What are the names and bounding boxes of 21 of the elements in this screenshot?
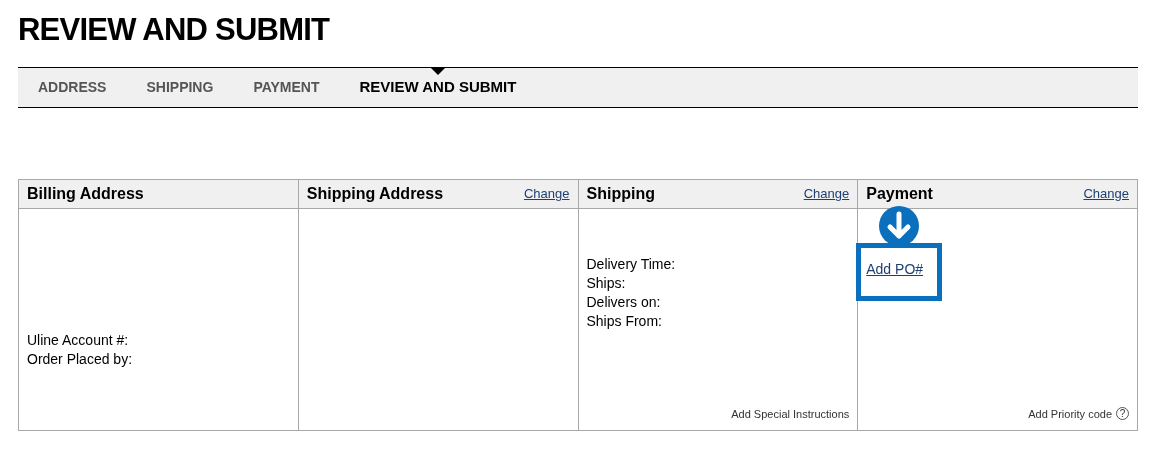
step-tab[interactable]: SHIPPING	[146, 68, 214, 107]
field-label: Ships From:	[586, 312, 663, 331]
step-tab[interactable]: PAYMENT	[253, 68, 320, 107]
footer-link[interactable]: Add Priority code	[1028, 405, 1112, 422]
change-link[interactable]: Change	[803, 184, 850, 204]
step-tab[interactable]: ADDRESS	[38, 68, 107, 107]
field-label: Order Placed by:	[27, 350, 134, 369]
panel-title: Shipping Address	[306, 184, 444, 204]
step-tab[interactable]: REVIEW AND SUBMIT	[359, 68, 517, 107]
field-label: Uline Account #:	[27, 331, 130, 350]
panel-title: Billing Address	[27, 184, 144, 204]
change-link[interactable]: Change	[523, 184, 570, 204]
change-link[interactable]: Change	[1083, 184, 1129, 204]
panel-title: Shipping	[586, 184, 655, 204]
page-title: REVIEW AND SUBMIT	[18, 12, 331, 49]
footer-link[interactable]: Add Special Instructions	[731, 405, 850, 422]
add-po-link[interactable]: Add PO#	[866, 261, 924, 277]
field-label: Ships:	[586, 274, 627, 293]
field-label: Delivers on:	[586, 293, 662, 312]
panel-title: Payment	[866, 184, 933, 204]
field-label: Delivery Time:	[586, 255, 677, 274]
